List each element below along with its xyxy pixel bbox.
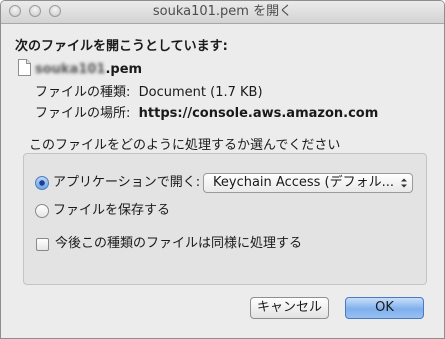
file-location-value: https://console.aws.amazon.com [138,106,379,121]
file-name-suffix: .pem [105,62,143,77]
file-name-blurred: souka101 [35,62,106,77]
open-file-dialog: souka101.pem を開く 次のファイルを開こうとしています: souka… [0,0,445,339]
save-file-radio[interactable] [35,204,49,218]
file-location-label: ファイルの場所: [35,106,131,121]
document-file-icon [18,59,31,76]
ok-button[interactable]: OK [345,297,424,319]
dialog-heading: 次のファイルを開こうとしています: [15,39,228,54]
title-bar: souka101.pem を開く [1,1,444,24]
file-type-label: ファイルの種類: [35,85,131,100]
handling-prompt: このファイルをどのように処理するか選んでください [29,138,341,153]
remember-choice-checkbox[interactable] [36,238,49,251]
cancel-button[interactable]: キャンセル [250,297,329,319]
popup-arrows-icon [401,178,407,188]
file-name: souka101.pem [35,61,142,79]
remember-choice-label[interactable]: 今後この種類のファイルは同様に処理する [55,235,302,253]
open-with-radio[interactable] [35,176,49,190]
window-title: souka101.pem を開く [152,4,293,19]
open-with-label[interactable]: アプリケーションで開く: [53,174,200,192]
save-file-label[interactable]: ファイルを保存する [53,202,170,220]
file-type-row: ファイルの種類: Document (1.7 KB) [35,84,263,102]
file-type-value: Document (1.7 KB) [138,85,263,100]
application-popup[interactable]: Keychain Access (デフォル... [203,173,413,193]
application-popup-value: Keychain Access (デフォル... [213,175,395,190]
file-location-row: ファイルの場所: https://console.aws.amazon.com [35,105,378,123]
